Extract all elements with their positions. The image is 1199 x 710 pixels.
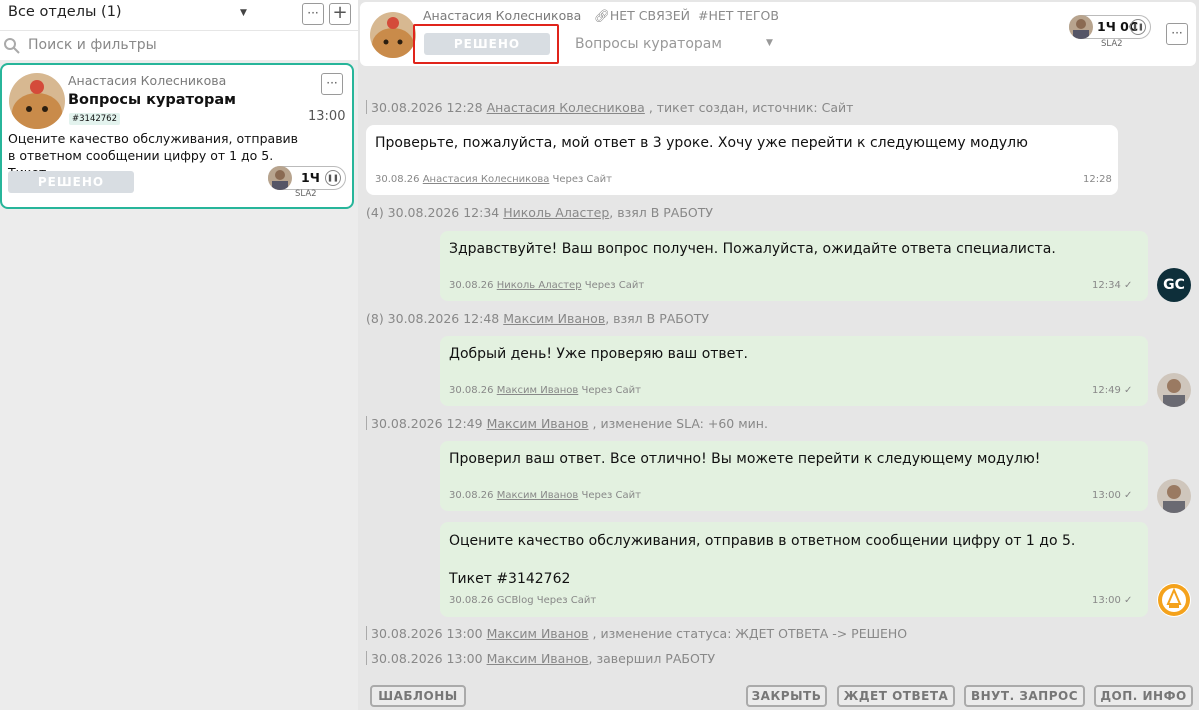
- message-meta: 30.08.26 Николь Аластер Через Сайт: [449, 280, 645, 291]
- message-bubble: Проверьте, пожалуйста, мой ответ в 3 уро…: [366, 125, 1118, 195]
- status-badge[interactable]: РЕШЕНО: [424, 33, 550, 55]
- status-badge: РЕШЕНО: [8, 171, 134, 193]
- search-input[interactable]: Поиск и фильтры: [28, 37, 157, 53]
- message-meta: 30.08.26 Анастасия Колесникова Через Сай…: [375, 174, 612, 185]
- chevron-down-icon[interactable]: ▼: [240, 8, 247, 18]
- event-line: (4) 30.08.2026 12:34 Николь Аластер, взя…: [366, 205, 714, 220]
- avatar: [1157, 479, 1191, 513]
- bot-avatar-icon: [1157, 583, 1191, 617]
- message-meta: 30.08.26 Максим Иванов Через Сайт: [449, 490, 641, 501]
- ticket-id-badge: #3142762: [69, 113, 120, 125]
- conversation-panel: Анастасия Колесникова 🔗︎НЕТ СВЯЗЕЙ #НЕТ …: [358, 0, 1199, 710]
- message-meta: 30.08.26 Максим Иванов Через Сайт: [449, 385, 641, 396]
- message-bubble: Проверил ваш ответ. Все отлично! Вы може…: [440, 441, 1148, 511]
- avatar: [268, 166, 292, 190]
- message-author-link[interactable]: Максим Иванов: [497, 385, 579, 396]
- ticket-header: Анастасия Колесникова 🔗︎НЕТ СВЯЗЕЙ #НЕТ …: [360, 2, 1196, 66]
- close-ticket-button[interactable]: ЗАКРЫТЬ: [746, 685, 827, 707]
- message-bubble: Здравствуйте! Ваш вопрос получен. Пожалу…: [440, 231, 1148, 301]
- waiting-reply-button[interactable]: ЖДЕТ ОТВЕТА: [837, 685, 955, 707]
- sla-indicator: 1Ч 0С ❚❚: [1069, 15, 1151, 39]
- pause-icon[interactable]: ❚❚: [1130, 19, 1146, 35]
- avatar: [1157, 373, 1191, 407]
- message-text: Проверил ваш ответ. Все отлично! Вы може…: [449, 451, 1041, 467]
- message-author-link[interactable]: Максим Иванов: [497, 490, 579, 501]
- sla-time: 1Ч: [301, 170, 320, 185]
- search-bar[interactable]: Поиск и фильтры: [0, 30, 358, 60]
- internal-request-button[interactable]: ВНУТ. ЗАПРОС: [964, 685, 1085, 707]
- ticket-time: 13:00: [308, 109, 346, 124]
- sla-indicator: 1Ч ❚❚: [268, 166, 346, 190]
- message-author-link[interactable]: Анастасия Колесникова: [423, 174, 550, 185]
- gc-logo-avatar: GC: [1157, 268, 1191, 302]
- templates-button[interactable]: ШАБЛОНЫ: [370, 685, 466, 707]
- message-time: 13:00 ✓: [1092, 595, 1133, 606]
- header-more-button[interactable]: ···: [1166, 23, 1188, 45]
- ticket-more-button[interactable]: ···: [321, 73, 343, 95]
- event-line: 30.08.2026 12:49 Максим Иванов , изменен…: [366, 416, 768, 431]
- chevron-down-icon[interactable]: ▼: [766, 38, 773, 48]
- category-select[interactable]: Вопросы кураторам: [575, 36, 722, 52]
- message-time: 12:49 ✓: [1092, 385, 1133, 396]
- ticket-subject: Вопросы кураторам: [68, 92, 236, 108]
- event-user-link[interactable]: Максим Иванов: [487, 651, 589, 666]
- message-text: Проверьте, пожалуйста, мой ответ в 3 уро…: [375, 135, 1028, 151]
- list-toolbar: Все отделы (1) ▼ ··· + Поиск и фильтры: [0, 0, 358, 60]
- event-line: 30.08.2026 13:00 Максим Иванов, завершил…: [366, 651, 715, 666]
- message-author-link[interactable]: Николь Аластер: [497, 280, 582, 291]
- avatar: [370, 12, 416, 58]
- add-ticket-button[interactable]: +: [329, 3, 351, 25]
- pause-icon[interactable]: ❚❚: [325, 170, 341, 186]
- message-time: 13:00 ✓: [1092, 490, 1133, 501]
- event-user-link[interactable]: Максим Иванов: [487, 626, 589, 641]
- ticket-list-panel: Все отделы (1) ▼ ··· + Поиск и фильтры А…: [0, 0, 358, 710]
- links-label: НЕТ СВЯЗЕЙ: [609, 8, 691, 23]
- sla-label: SLA2: [295, 189, 317, 199]
- message-meta: 30.08.26 GCBlog Через Сайт: [449, 595, 597, 606]
- message-bubble: Добрый день! Уже проверяю ваш ответ. 30.…: [440, 336, 1148, 406]
- avatar: [9, 73, 65, 129]
- event-line: (8) 30.08.2026 12:48 Максим Иванов, взял…: [366, 311, 709, 326]
- message-text: Добрый день! Уже проверяю ваш ответ.: [449, 346, 748, 362]
- ticket-client-name: Анастасия Колесникова: [68, 73, 227, 88]
- message-author: GCBlog: [496, 595, 534, 606]
- event-user-link[interactable]: Максим Иванов: [487, 416, 589, 431]
- message-time: 12:34 ✓: [1092, 280, 1133, 291]
- list-more-button[interactable]: ···: [302, 3, 324, 25]
- link-icon: 🔗︎: [594, 8, 610, 23]
- message-text: Оцените качество обслуживания, отправив …: [449, 533, 1076, 587]
- event-user-link[interactable]: Николь Аластер: [503, 205, 609, 220]
- additional-info-button[interactable]: ДОП. ИНФО: [1094, 685, 1193, 707]
- message-time: 12:28: [1083, 174, 1112, 185]
- event-line: 30.08.2026 13:00 Максим Иванов , изменен…: [366, 626, 907, 641]
- ticket-card[interactable]: Анастасия Колесникова Вопросы кураторам …: [0, 63, 354, 209]
- department-selector[interactable]: Все отделы (1): [8, 4, 122, 20]
- sla-label: SLA2: [1101, 39, 1123, 49]
- event-line: 30.08.2026 12:28 Анастасия Колесникова ,…: [366, 100, 853, 115]
- event-user-link[interactable]: Максим Иванов: [503, 311, 605, 326]
- links-button[interactable]: 🔗︎НЕТ СВЯЗЕЙ: [594, 8, 690, 24]
- tags-button[interactable]: #НЕТ ТЕГОВ: [698, 8, 779, 23]
- event-user-link[interactable]: Анастасия Колесникова: [487, 100, 645, 115]
- message-text: Здравствуйте! Ваш вопрос получен. Пожалу…: [449, 241, 1056, 257]
- search-icon: [4, 38, 20, 54]
- client-name[interactable]: Анастасия Колесникова: [423, 8, 581, 23]
- message-bubble: Оцените качество обслуживания, отправив …: [440, 522, 1148, 617]
- avatar: [1069, 15, 1093, 39]
